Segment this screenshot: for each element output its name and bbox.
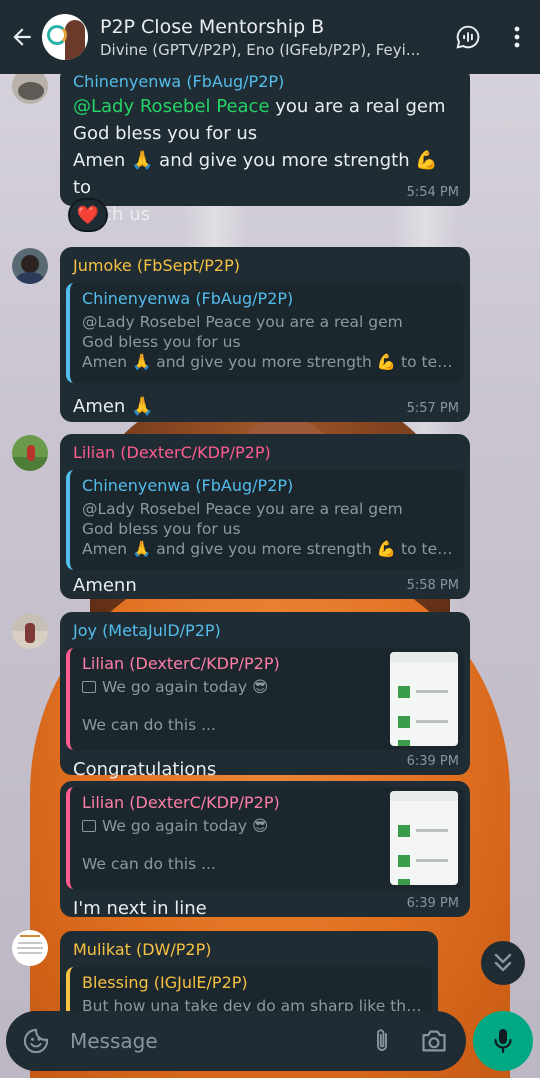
- quote-text: We can do this ...: [82, 855, 216, 873]
- avatar[interactable]: [12, 435, 48, 471]
- more-vert-icon[interactable]: [494, 0, 540, 74]
- group-avatar[interactable]: [42, 14, 88, 60]
- avatar[interactable]: [12, 613, 48, 649]
- voice-chat-icon[interactable]: [442, 0, 494, 74]
- message-time: 5:54 PM: [406, 185, 459, 200]
- quote-text: God bless you for us: [82, 520, 241, 538]
- message-bubble[interactable]: Lilian (DexterC/KDP/P2P) Chinenyenwa (Fb…: [60, 434, 470, 599]
- message-bubble[interactable]: Mulikat (DW/P2P) Blessing (IGJulE/P2P) B…: [60, 931, 438, 1011]
- image-icon: [82, 681, 96, 693]
- message-time: 6:39 PM: [406, 754, 459, 769]
- sender-name[interactable]: Jumoke (FbSept/P2P): [60, 247, 470, 275]
- quote-text: But how una take dey do am sharp like th…: [82, 997, 422, 1011]
- camera-icon[interactable]: [414, 1011, 454, 1071]
- quote-sender: Blessing (IGJulE/P2P): [82, 973, 248, 992]
- message-bubble[interactable]: Lilian (DexterC/KDP/P2P) We go again tod…: [60, 781, 470, 919]
- quote-text: Amen 🙏 and give you more strength 💪 to t…: [82, 540, 454, 558]
- quote-sender: Chinenyenwa (FbAug/P2P): [82, 476, 294, 495]
- quote-thumbnail: [390, 652, 458, 746]
- chat-header: P2P Close Mentorship B Divine (GPTV/P2P)…: [0, 0, 540, 74]
- scroll-to-bottom-button[interactable]: [481, 941, 525, 985]
- heart-icon: ❤️: [76, 204, 100, 226]
- paperclip-icon[interactable]: [362, 1011, 402, 1071]
- quote-sender: Lilian (DexterC/KDP/P2P): [82, 654, 280, 673]
- message-text-part: Amen 🙏 and give you more strength 💪 to: [73, 150, 438, 198]
- message-text-part: God bless you for us: [73, 123, 258, 144]
- reaction-badge[interactable]: ❤️: [68, 198, 108, 232]
- quote-thumbnail: [390, 791, 458, 885]
- message-text: @Lady Rosebel Peace you are a real gem G…: [60, 93, 470, 228]
- image-icon: [82, 820, 96, 832]
- quote-text: We go again today 😎: [102, 817, 269, 835]
- quote-sender: Chinenyenwa (FbAug/P2P): [82, 289, 294, 308]
- message-input[interactable]: Message: [56, 1029, 362, 1053]
- message-time: 6:39 PM: [406, 896, 459, 911]
- quote-sender: Lilian (DexterC/KDP/P2P): [82, 793, 280, 812]
- quoted-message[interactable]: Lilian (DexterC/KDP/P2P) We go again tod…: [66, 648, 464, 750]
- quote-text: We go again today 😎: [102, 678, 269, 696]
- mic-button[interactable]: [473, 1011, 533, 1071]
- quoted-message[interactable]: Chinenyenwa (FbAug/P2P) @Lady Rosebel Pe…: [66, 283, 464, 383]
- message-time: 5:57 PM: [406, 401, 459, 416]
- message-input-bar: Message: [6, 1011, 466, 1071]
- quote-text: Amen 🙏 and give you more strength 💪 to t…: [82, 353, 454, 371]
- quote-text: We can do this ...: [82, 716, 216, 734]
- back-arrow-icon[interactable]: [2, 0, 42, 74]
- sender-name[interactable]: Joy (MetaJulD/P2P): [60, 612, 470, 640]
- sticker-icon[interactable]: [16, 1011, 56, 1071]
- message-time: 5:58 PM: [406, 578, 459, 593]
- message-text-part: you are a real gem: [269, 96, 446, 117]
- message-bubble[interactable]: Chinenyenwa (FbAug/P2P) @Lady Rosebel Pe…: [60, 66, 470, 225]
- quoted-message[interactable]: Chinenyenwa (FbAug/P2P) @Lady Rosebel Pe…: [66, 470, 464, 570]
- sender-name[interactable]: Mulikat (DW/P2P): [60, 931, 438, 959]
- quoted-message[interactable]: Lilian (DexterC/KDP/P2P) We go again tod…: [66, 787, 464, 889]
- group-info[interactable]: P2P Close Mentorship B Divine (GPTV/P2P)…: [100, 16, 442, 59]
- message-bubble[interactable]: Jumoke (FbSept/P2P) Chinenyenwa (FbAug/P…: [60, 247, 470, 422]
- quote-text: God bless you for us: [82, 333, 241, 351]
- quote-text: @Lady Rosebel Peace you are a real gem: [82, 500, 403, 518]
- sender-name[interactable]: Lilian (DexterC/KDP/P2P): [60, 434, 470, 462]
- double-chevron-down-icon: [494, 953, 512, 972]
- quoted-message[interactable]: Blessing (IGJulE/P2P) But how una take d…: [66, 967, 432, 1011]
- mention-link[interactable]: @Lady Rosebel Peace: [73, 96, 270, 117]
- group-title: P2P Close Mentorship B: [100, 15, 325, 38]
- message-bubble[interactable]: Joy (MetaJulD/P2P) Lilian (DexterC/KDP/P…: [60, 612, 470, 780]
- avatar[interactable]: [12, 930, 48, 966]
- quote-text: @Lady Rosebel Peace you are a real gem: [82, 313, 403, 331]
- group-members: Divine (GPTV/P2P), Eno (IGFeb/P2P), Feyi…: [100, 40, 421, 59]
- avatar[interactable]: [12, 248, 48, 284]
- mic-icon: [494, 1029, 512, 1054]
